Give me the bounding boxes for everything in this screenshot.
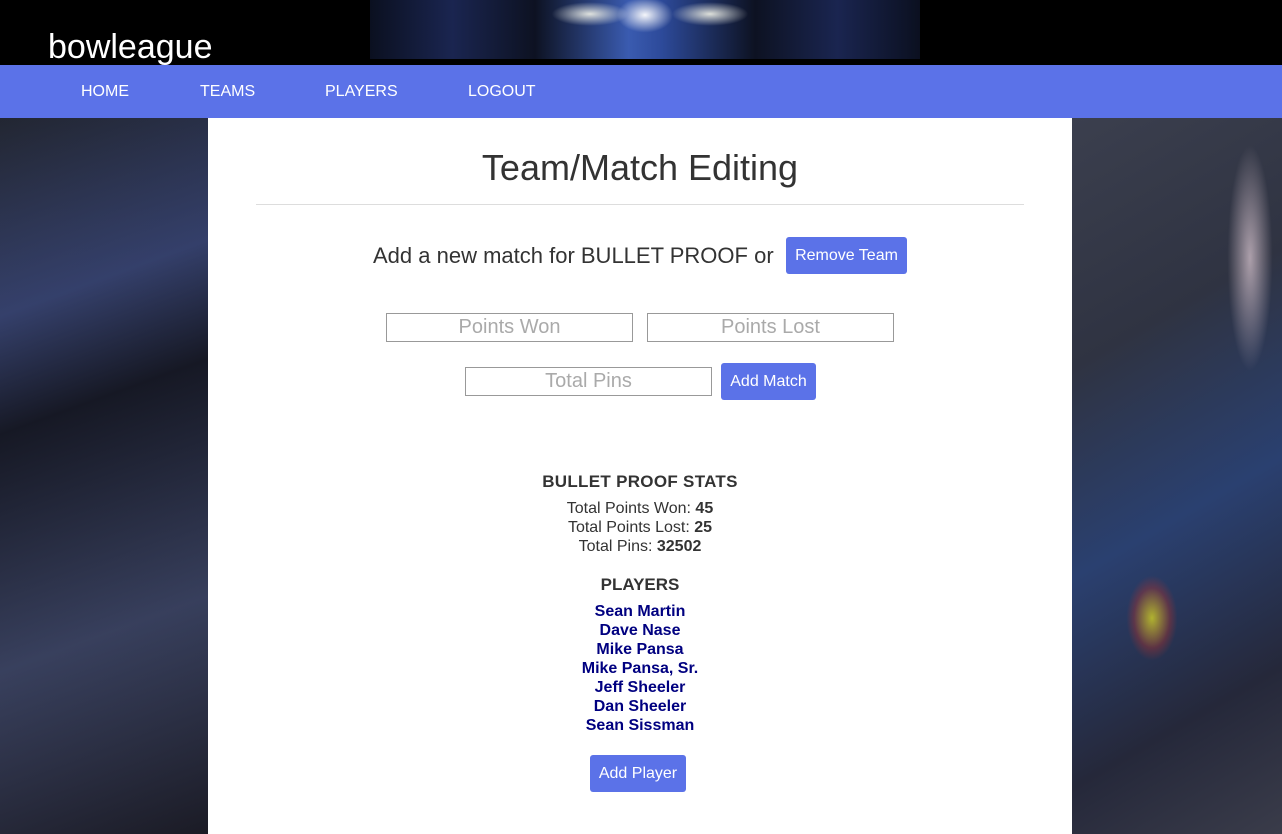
nav-players[interactable]: PLAYERS (325, 65, 398, 118)
stat-points-won-label: Total Points Won: (566, 500, 696, 517)
player-link[interactable]: Sean Martin (208, 603, 1072, 621)
stat-total-pins: Total Pins: 32502 (208, 538, 1072, 556)
stat-total-pins-value: 32502 (656, 538, 702, 555)
nav-home[interactable]: HOME (81, 65, 129, 118)
player-link[interactable]: Mike Pansa (208, 641, 1072, 659)
player-link[interactable]: Dan Sheeler (208, 698, 1072, 716)
background-right (1072, 118, 1282, 834)
stat-points-lost-label: Total Points Lost: (567, 519, 695, 536)
bowling-banner-image (370, 0, 920, 59)
points-lost-input[interactable] (647, 313, 894, 342)
stat-total-pins-label: Total Pins: (578, 538, 657, 555)
player-link[interactable]: Sean Sissman (208, 717, 1072, 735)
points-won-input[interactable] (386, 313, 633, 342)
remove-team-button[interactable]: Remove Team (786, 237, 907, 274)
main-panel: Team/Match Editing Add a new match for B… (208, 118, 1072, 834)
nav-teams[interactable]: TEAMS (200, 65, 255, 118)
stat-points-lost: Total Points Lost: 25 (208, 519, 1072, 537)
add-match-button[interactable]: Add Match (721, 363, 816, 400)
add-player-button[interactable]: Add Player (590, 755, 686, 792)
brand-logo[interactable]: bowleague (48, 28, 212, 66)
background-left (0, 118, 208, 834)
add-match-text: Add a new match for BULLET PROOF or (373, 243, 774, 268)
players-title: PLAYERS (600, 575, 680, 594)
stats-title: BULLET PROOF STATS (542, 472, 738, 491)
stat-points-won: Total Points Won: 45 (208, 500, 1072, 518)
nav-bar: HOME TEAMS PLAYERS LOGOUT (0, 65, 1282, 118)
player-link[interactable]: Mike Pansa, Sr. (208, 660, 1072, 678)
nav-logout[interactable]: LOGOUT (468, 65, 536, 118)
title-divider (256, 204, 1024, 205)
top-bar: bowleague (0, 0, 1282, 66)
stat-points-lost-value: 25 (694, 519, 713, 536)
total-pins-input[interactable] (465, 367, 712, 396)
page-title: Team/Match Editing (481, 147, 799, 188)
stat-points-won-value: 45 (695, 500, 714, 517)
player-link[interactable]: Jeff Sheeler (208, 679, 1072, 697)
player-link[interactable]: Dave Nase (208, 622, 1072, 640)
